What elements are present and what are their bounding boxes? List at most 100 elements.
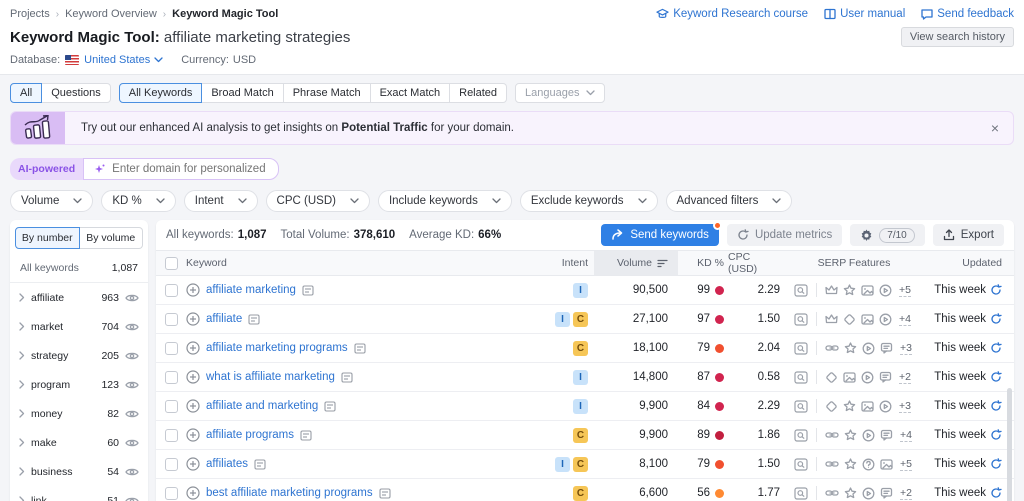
- header-link[interactable]: User manual: [824, 8, 905, 20]
- breadcrumb-item[interactable]: Projects: [10, 8, 50, 20]
- row-checkbox[interactable]: [164, 312, 178, 326]
- video-icon[interactable]: [879, 284, 892, 297]
- plus-circle-icon[interactable]: [186, 283, 200, 297]
- serp-preview-icon[interactable]: [794, 428, 808, 442]
- filter-include-keywords[interactable]: Include keywords: [377, 190, 512, 212]
- col-keyword[interactable]: Keyword: [186, 251, 536, 275]
- star-icon[interactable]: [843, 284, 856, 297]
- image-icon[interactable]: [861, 313, 874, 326]
- row-checkbox[interactable]: [164, 486, 178, 500]
- eye-icon[interactable]: [125, 293, 139, 303]
- update-metrics-button[interactable]: Update metrics: [726, 224, 843, 246]
- sidebar-item-market[interactable]: market 704: [10, 312, 148, 341]
- refresh-icon[interactable]: [990, 313, 1002, 325]
- serp-card-icon[interactable]: [379, 487, 391, 499]
- row-checkbox[interactable]: [164, 283, 178, 297]
- header-link[interactable]: Keyword Research course: [656, 8, 808, 20]
- col-kd[interactable]: KD %: [678, 251, 728, 275]
- video-icon[interactable]: [862, 487, 875, 500]
- eye-icon[interactable]: [125, 380, 139, 390]
- export-button[interactable]: Export: [932, 224, 1004, 246]
- serp-card-icon[interactable]: [302, 284, 314, 296]
- link-icon[interactable]: [825, 458, 839, 471]
- keyword-link[interactable]: affiliate: [206, 313, 242, 325]
- serp-preview-icon[interactable]: [794, 457, 808, 471]
- select-all-checkbox[interactable]: [164, 256, 178, 270]
- col-updated[interactable]: Updated: [924, 251, 1014, 275]
- sidebar-item-make[interactable]: make 60: [10, 428, 148, 457]
- link-icon[interactable]: [825, 487, 839, 500]
- sidebar-item-strategy[interactable]: strategy 205: [10, 341, 148, 370]
- link-icon[interactable]: [825, 429, 839, 442]
- more-serp-features[interactable]: +3: [899, 400, 911, 413]
- row-checkbox[interactable]: [164, 341, 178, 355]
- more-serp-features[interactable]: +5: [899, 284, 911, 297]
- serp-preview-icon[interactable]: [794, 283, 808, 297]
- keyword-link[interactable]: affiliate marketing: [206, 284, 296, 296]
- video-icon[interactable]: [862, 429, 875, 442]
- video-icon[interactable]: [879, 313, 892, 326]
- video-icon[interactable]: [862, 342, 875, 355]
- scrollbar-thumb[interactable]: [1007, 388, 1012, 501]
- col-intent[interactable]: Intent: [536, 251, 594, 275]
- serp-preview-icon[interactable]: [794, 399, 808, 413]
- chat-icon[interactable]: [879, 371, 892, 384]
- keyword-link[interactable]: affiliate and marketing: [206, 400, 318, 412]
- serp-card-icon[interactable]: [300, 429, 312, 441]
- row-checkbox[interactable]: [164, 370, 178, 384]
- view-search-history-button[interactable]: View search history: [900, 27, 1014, 47]
- database-select[interactable]: United States: [84, 54, 163, 66]
- filter-kd-[interactable]: KD %: [101, 190, 176, 212]
- col-serp-features[interactable]: SERP Features: [784, 251, 924, 275]
- plus-circle-icon[interactable]: [186, 312, 200, 326]
- col-cpc[interactable]: CPC (USD): [728, 251, 784, 275]
- more-serp-features[interactable]: +5: [900, 458, 912, 471]
- chat-icon[interactable]: [880, 487, 893, 500]
- sidebar-item-money[interactable]: money 82: [10, 399, 148, 428]
- breadcrumb-item[interactable]: Keyword Magic Tool: [172, 8, 278, 20]
- refresh-icon[interactable]: [990, 284, 1002, 296]
- chat-icon[interactable]: [880, 429, 893, 442]
- plus-circle-icon[interactable]: [186, 486, 200, 500]
- tab-related[interactable]: Related: [450, 83, 508, 103]
- languages-dropdown[interactable]: Languages: [515, 83, 605, 103]
- serp-preview-icon[interactable]: [794, 370, 808, 384]
- eye-icon[interactable]: [125, 467, 139, 477]
- image-icon[interactable]: [861, 400, 874, 413]
- more-serp-features[interactable]: +2: [899, 371, 911, 384]
- refresh-icon[interactable]: [990, 487, 1002, 499]
- breadcrumb-item[interactable]: Keyword Overview: [65, 8, 157, 20]
- header-link[interactable]: Send feedback: [921, 8, 1014, 20]
- tab-broad-match[interactable]: Broad Match: [202, 83, 284, 103]
- chat-icon[interactable]: [880, 342, 893, 355]
- filter-intent[interactable]: Intent: [183, 190, 258, 212]
- image-icon[interactable]: [843, 371, 856, 384]
- star-icon[interactable]: [844, 342, 857, 355]
- tab-all-keywords[interactable]: All Keywords: [118, 83, 203, 103]
- refresh-icon[interactable]: [990, 371, 1002, 383]
- more-serp-features[interactable]: +4: [899, 313, 911, 326]
- filter-cpc-usd-[interactable]: CPC (USD): [265, 190, 370, 212]
- star-icon[interactable]: [844, 458, 857, 471]
- tab-questions[interactable]: Questions: [42, 83, 111, 103]
- serp-preview-icon[interactable]: [794, 486, 808, 500]
- image-icon[interactable]: [880, 458, 893, 471]
- eye-icon[interactable]: [125, 438, 139, 448]
- domain-input[interactable]: [112, 163, 269, 175]
- serp-preview-icon[interactable]: [794, 341, 808, 355]
- crown-icon[interactable]: [825, 313, 838, 326]
- sidebar-item-affiliate[interactable]: affiliate 963: [10, 283, 148, 312]
- filter-volume[interactable]: Volume: [10, 190, 94, 212]
- plus-circle-icon[interactable]: [186, 457, 200, 471]
- diamond-icon[interactable]: [825, 400, 838, 413]
- keyword-link[interactable]: affiliate programs: [206, 429, 294, 441]
- serp-preview-icon[interactable]: [794, 312, 808, 326]
- send-keywords-button[interactable]: Send keywords: [601, 221, 722, 246]
- more-serp-features[interactable]: +2: [900, 487, 912, 500]
- video-icon[interactable]: [879, 400, 892, 413]
- plus-circle-icon[interactable]: [186, 341, 200, 355]
- metrics-quota-button[interactable]: 7/10: [850, 224, 925, 246]
- eye-icon[interactable]: [125, 351, 139, 361]
- row-checkbox[interactable]: [164, 399, 178, 413]
- keyword-link[interactable]: affiliates: [206, 458, 248, 470]
